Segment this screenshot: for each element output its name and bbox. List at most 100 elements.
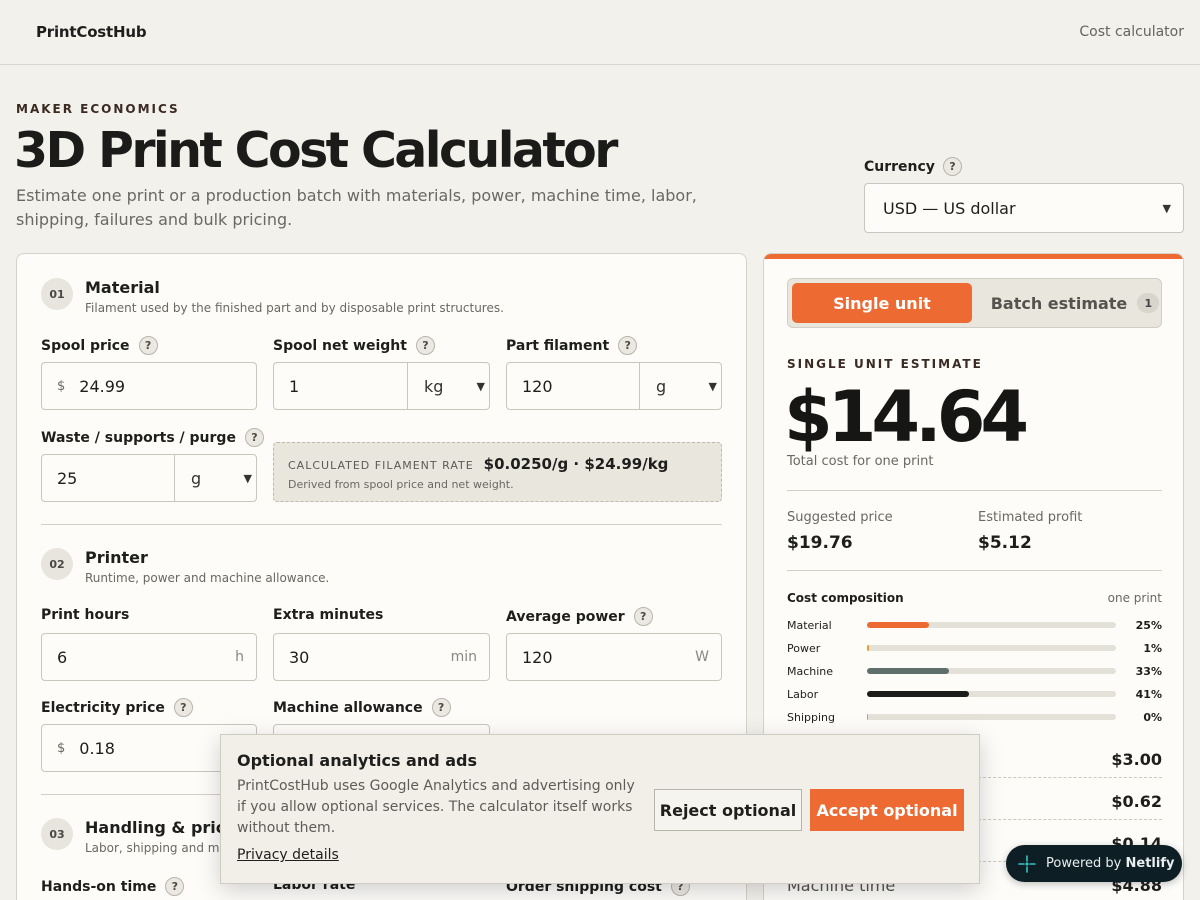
privacy-details-link[interactable]: Privacy details	[237, 847, 339, 863]
composition-row: Material 25%	[787, 618, 1162, 632]
filament-rate-caption: CALCULATED FILAMENT RATE	[288, 459, 474, 472]
part-filament-label: Part filament ?	[506, 336, 638, 355]
help-icon[interactable]: ?	[244, 428, 264, 447]
help-icon[interactable]: ?	[165, 877, 185, 896]
result-divider	[787, 490, 1162, 491]
waste-unit-select[interactable]: g ▼	[174, 455, 256, 501]
spool-weight-input[interactable]: 1 kg ▼	[273, 362, 490, 410]
mode-batch-button[interactable]: Batch estimate 1	[990, 283, 1160, 323]
breakdown-value: $3.00	[1111, 750, 1162, 769]
composition-fill	[867, 645, 870, 651]
estimated-profit: Estimated profit $5.12	[978, 510, 1083, 553]
currency-label: Currency ?	[864, 157, 962, 176]
page-subtitle: Estimate one print or a production batch…	[16, 186, 697, 229]
cost-composition-header: Cost composition one print	[787, 591, 1162, 605]
machine-allowance-label: Machine allowance ?	[273, 698, 451, 717]
section-material: 01 Material Filament used by the finishe…	[41, 278, 504, 315]
suggested-price: Suggested price $19.76	[787, 510, 893, 553]
composition-row: Shipping 0%	[787, 710, 1162, 724]
section-description: Runtime, power and machine allowance.	[85, 571, 330, 585]
average-power-label: Average power ?	[506, 607, 653, 626]
total-cost-note: Total cost for one print	[787, 454, 934, 469]
extra-minutes-label: Extra minutes	[273, 607, 384, 623]
spool-price-input[interactable]: $ 24.99	[41, 362, 257, 410]
composition-percent: 0%	[1143, 710, 1162, 724]
extra-minutes-input[interactable]: 30 min	[273, 633, 490, 681]
spool-price-label: Spool price ?	[41, 336, 158, 355]
composition-track	[867, 691, 1116, 697]
composition-percent: 33%	[1135, 664, 1162, 678]
section-number: 01	[41, 278, 73, 310]
help-icon[interactable]: ?	[431, 698, 451, 717]
composition-fill	[867, 691, 970, 697]
composition-row: Labor 41%	[787, 687, 1162, 701]
help-icon[interactable]: ?	[618, 336, 638, 355]
estimate-mode-toggle: Single unit Batch estimate 1	[787, 278, 1162, 328]
consent-banner: Optional analytics and ads PrintCostHub …	[220, 734, 980, 884]
composition-track	[867, 714, 1116, 720]
composition-fill	[867, 714, 868, 720]
composition-percent: 25%	[1135, 618, 1162, 632]
consent-title: Optional analytics and ads	[237, 751, 478, 770]
help-icon[interactable]: ?	[633, 607, 653, 626]
total-cost: $14.64	[784, 376, 1029, 458]
composition-label: Shipping	[787, 710, 835, 724]
composition-percent: 41%	[1135, 687, 1162, 701]
currency-select[interactable]: USD — US dollar ▼	[864, 183, 1184, 233]
composition-track	[867, 622, 1116, 628]
section-description: Filament used by the finished part and b…	[85, 301, 504, 315]
hands-on-time-label: Hands-on time ?	[41, 877, 185, 896]
section-handling: 03 Handling & price Labor, shipping and …	[41, 818, 236, 855]
part-filament-input[interactable]: 120 g ▼	[506, 362, 722, 410]
waste-input[interactable]: 25 g ▼	[41, 454, 257, 502]
chevron-down-icon: ▼	[476, 379, 485, 393]
accept-optional-button[interactable]: Accept optional	[810, 789, 964, 831]
electricity-price-label: Electricity price ?	[41, 698, 193, 717]
batch-count-badge: 1	[1137, 293, 1160, 313]
help-icon[interactable]: ?	[138, 336, 158, 355]
composition-percent: 1%	[1143, 641, 1162, 655]
section-title: Printer	[85, 548, 148, 567]
part-filament-unit-select[interactable]: g ▼	[639, 363, 721, 409]
section-description: Labor, shipping and ma	[85, 841, 227, 855]
section-title: Handling & price	[85, 818, 237, 837]
print-hours-label: Print hours	[41, 607, 130, 623]
spool-weight-unit-select[interactable]: kg ▼	[407, 363, 489, 409]
nav-cost-calculator[interactable]: Cost calculator	[1079, 24, 1184, 40]
composition-row: Power 1%	[787, 641, 1162, 655]
brand-logo[interactable]: PrintCostHub	[36, 23, 147, 41]
print-hours-input[interactable]: 6 h	[41, 633, 257, 681]
chevron-down-icon: ▼	[243, 471, 252, 485]
filament-rate-value: $0.0250/g · $24.99/kg	[483, 455, 669, 473]
section-title: Material	[85, 278, 160, 297]
section-number: 03	[41, 818, 73, 850]
section-divider	[41, 524, 722, 525]
help-icon[interactable]: ?	[415, 336, 435, 355]
mode-single-unit-button[interactable]: Single unit	[792, 283, 972, 323]
reject-optional-button[interactable]: Reject optional	[654, 789, 802, 831]
composition-label: Material	[787, 618, 832, 632]
composition-label: Machine	[787, 664, 834, 678]
section-number: 02	[41, 548, 73, 580]
consent-text: PrintCostHub uses Google Analytics and a…	[237, 778, 635, 836]
netlify-badge[interactable]: Powered by Netlify	[1006, 845, 1182, 882]
composition-label: Power	[787, 641, 821, 655]
composition-fill	[867, 622, 930, 628]
chevron-down-icon: ▼	[708, 379, 717, 393]
result-divider	[787, 570, 1162, 571]
page-title: 3D Print Cost Calculator	[14, 122, 618, 179]
filament-rate-note: Derived from spool price and net weight.	[288, 478, 514, 491]
result-accent-bar	[764, 254, 1183, 259]
composition-track	[867, 645, 1116, 651]
top-bar: PrintCostHub Cost calculator	[0, 0, 1200, 65]
section-printer: 02 Printer Runtime, power and machine al…	[41, 548, 329, 585]
average-power-input[interactable]: 120 W	[506, 633, 722, 681]
composition-row: Machine 33%	[787, 664, 1162, 678]
help-icon[interactable]: ?	[173, 698, 193, 717]
help-icon[interactable]: ?	[942, 157, 962, 176]
breakdown-value: $0.62	[1111, 792, 1162, 811]
composition-fill	[867, 668, 950, 674]
netlify-icon	[1018, 854, 1036, 873]
hero-eyebrow: MAKER ECONOMICS	[16, 102, 180, 116]
filament-rate-box: CALCULATED FILAMENT RATE $0.0250/g · $24…	[273, 442, 722, 502]
